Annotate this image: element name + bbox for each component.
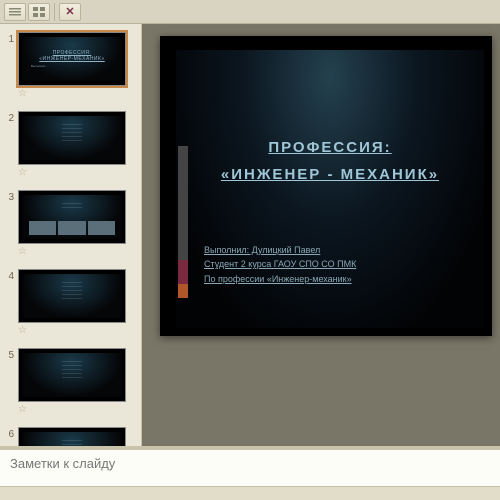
thumbnail-2[interactable]: 2 ––––––––––––––––––––––––––––––––––––––… — [4, 111, 137, 178]
toolbar-separator — [54, 3, 55, 21]
animation-star-icon: ☆ — [18, 167, 126, 178]
notes-pane[interactable]: Заметки к слайду — [0, 446, 500, 486]
thumbnail-slide[interactable]: ПРОФЕССИЯ:«ИНЖЕНЕР-МЕХАНИК» Выполнил… — [18, 32, 126, 86]
slide-author-text[interactable]: Выполнил: Дулицкий Павел Студент 2 курса… — [204, 243, 356, 286]
animation-star-icon: ☆ — [18, 325, 126, 336]
thumbnail-number: 4 — [4, 269, 14, 282]
thumbnail-number: 1 — [4, 32, 14, 45]
animation-star-icon: ☆ — [18, 246, 126, 257]
slide-title-text[interactable]: ПРОФЕССИЯ: «ИНЖЕНЕР - МЕХАНИК» — [176, 134, 484, 188]
main-area: 1 ПРОФЕССИЯ:«ИНЖЕНЕР-МЕХАНИК» Выполнил… … — [0, 24, 500, 446]
animation-star-icon: ☆ — [18, 88, 126, 99]
thumbnail-number: 2 — [4, 111, 14, 124]
outline-view-button[interactable] — [4, 3, 26, 21]
thumbnail-5[interactable]: 5 ––––––––––––––––––––––––––––––––––––––… — [4, 348, 137, 415]
thumb-sub-text: Выполнил… — [31, 64, 48, 68]
notes-placeholder: Заметки к слайду — [10, 456, 115, 471]
current-slide[interactable]: ПРОФЕССИЯ: «ИНЖЕНЕР - МЕХАНИК» Выполнил:… — [160, 36, 492, 336]
animation-star-icon: ☆ — [18, 404, 126, 415]
close-pane-button[interactable]: ✕ — [59, 3, 81, 21]
thumbnail-number: 6 — [4, 427, 14, 440]
thumbnail-6[interactable]: 6 –––––––––––––––––––––––– ☆ — [4, 427, 137, 446]
grid-icon — [33, 7, 45, 17]
thumbnail-4[interactable]: 4 ––––––––––––––––––––––––––––––––––––––… — [4, 269, 137, 336]
thumbnail-3[interactable]: 3 –––––––––––––––––––––––– ☆ — [4, 190, 137, 257]
thumbnail-slide[interactable]: –––––––––––––––––––––––– — [18, 190, 126, 244]
thumbnail-1[interactable]: 1 ПРОФЕССИЯ:«ИНЖЕНЕР-МЕХАНИК» Выполнил… … — [4, 32, 137, 99]
thumbnail-slide[interactable]: ––––––––––––––––––––––––––––––––––––––––… — [18, 111, 126, 165]
view-toolbar: ✕ — [0, 0, 500, 24]
thumbnail-number: 5 — [4, 348, 14, 361]
thumbnail-slide[interactable]: ––––––––––––––––––––––––––––––––––––––––… — [18, 269, 126, 323]
slide-sorter-view-button[interactable] — [28, 3, 50, 21]
slide-background: ПРОФЕССИЯ: «ИНЖЕНЕР - МЕХАНИК» Выполнил:… — [176, 50, 484, 328]
thumbnail-number: 3 — [4, 190, 14, 203]
outline-icon — [9, 7, 21, 17]
thumbnail-slide[interactable]: ––––––––––––––––––––––––––––––––––––––––… — [18, 348, 126, 402]
thumb-title-text: ПРОФЕССИЯ:«ИНЖЕНЕР-МЕХАНИК» — [39, 50, 104, 62]
slide-thumbnail-panel[interactable]: 1 ПРОФЕССИЯ:«ИНЖЕНЕР-МЕХАНИК» Выполнил… … — [0, 24, 142, 446]
slide-editor[interactable]: ПРОФЕССИЯ: «ИНЖЕНЕР - МЕХАНИК» Выполнил:… — [142, 24, 500, 446]
thumbnail-slide[interactable]: –––––––––––––––––––––––– — [18, 427, 126, 446]
close-icon: ✕ — [65, 5, 74, 18]
status-bar — [0, 486, 500, 500]
